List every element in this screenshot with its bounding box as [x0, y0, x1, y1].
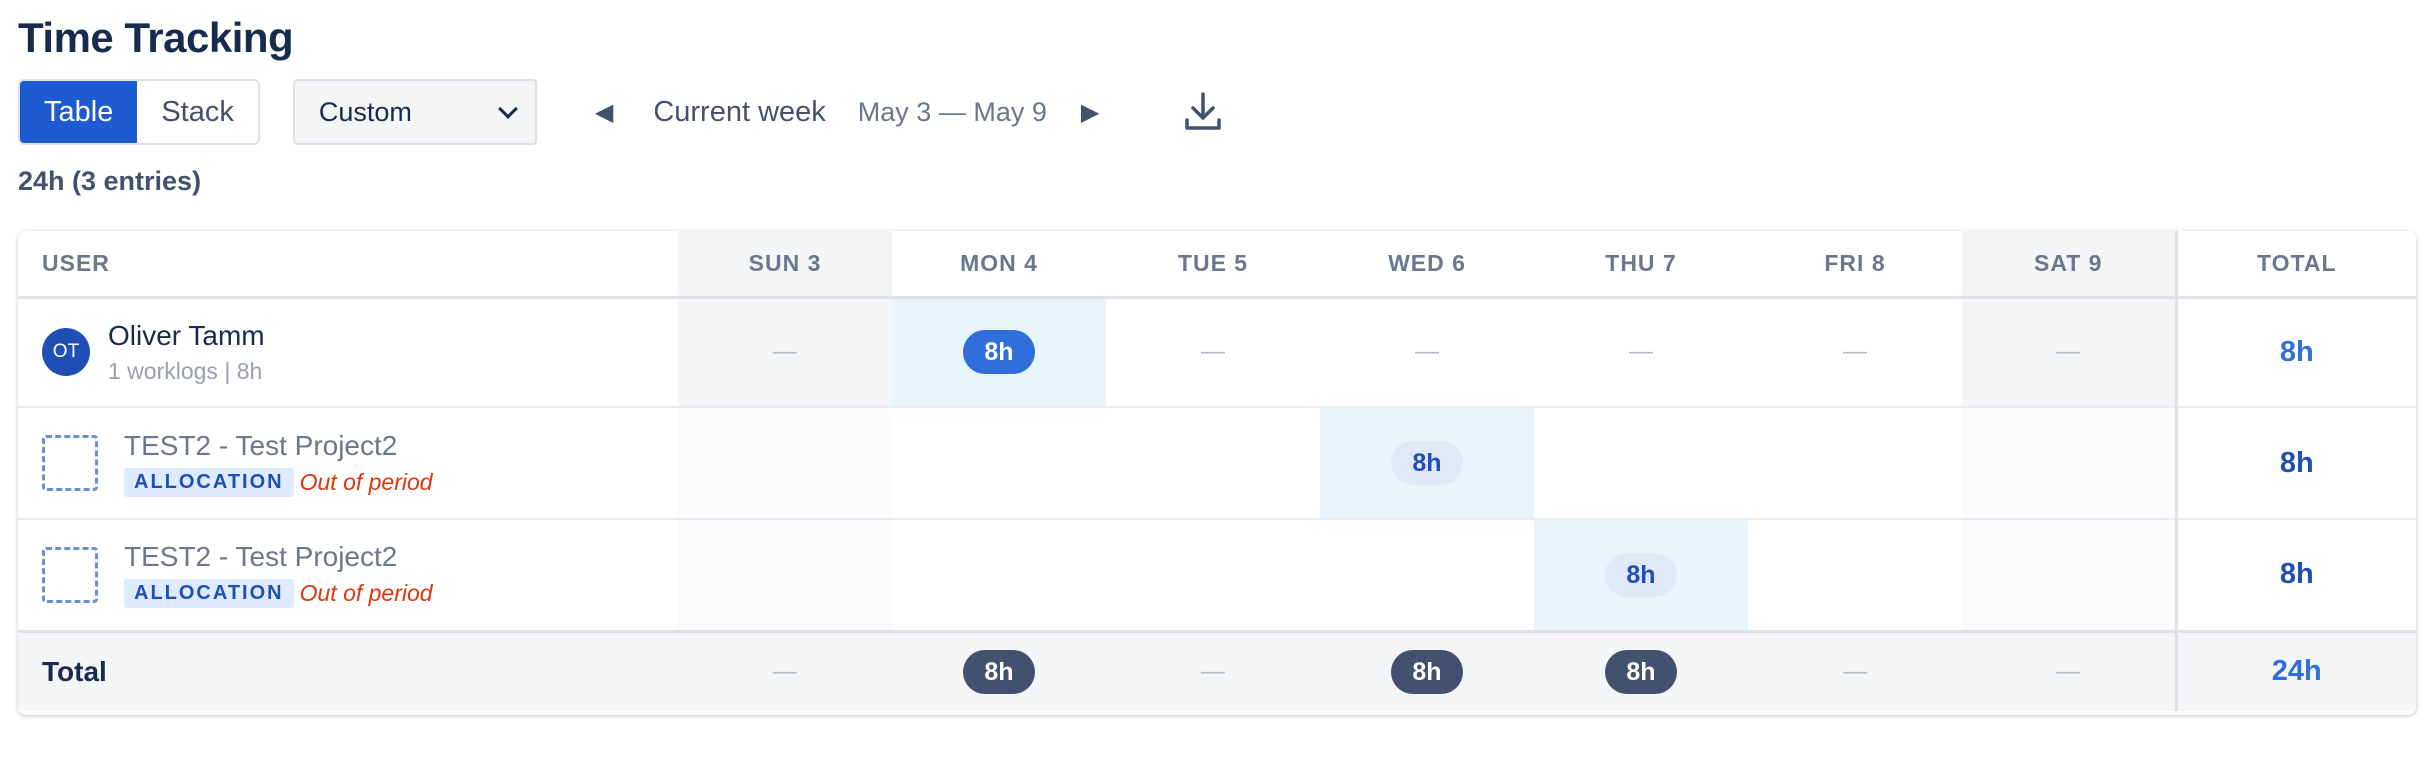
row-total: 8h — [2174, 407, 2416, 519]
footer-day-total: — — [1843, 657, 1867, 685]
table-row-project: TEST2 - Test Project2 ALLOCATION Out of … — [18, 407, 2416, 519]
hours-pill[interactable]: 8h — [963, 330, 1035, 375]
period-select-value: Custom — [318, 96, 412, 127]
day-cell[interactable]: — — [1534, 297, 1748, 407]
day-cell[interactable]: 8h — [1534, 519, 1748, 631]
day-cell[interactable]: — — [1320, 297, 1534, 407]
column-header-day: FRI 8 — [1748, 231, 1962, 299]
toolbar: Table Stack Custom ◀ Current week May 3 … — [18, 79, 1223, 145]
table-header-row: USER SUN 3 MON 4 TUE 5 WED 6 THU 7 FRI 8… — [18, 231, 2416, 299]
day-cell[interactable] — [1106, 519, 1320, 631]
avatar: OT — [42, 328, 90, 377]
row-total: 8h — [2174, 297, 2416, 407]
column-header-day: THU 7 — [1534, 231, 1748, 299]
day-cell[interactable]: 8h — [1320, 407, 1534, 519]
column-header-day: WED 6 — [1320, 231, 1534, 299]
column-header-day: SUN 3 — [678, 231, 892, 299]
view-toggle: Table Stack — [18, 79, 260, 145]
footer-day-total: 8h — [1534, 631, 1748, 711]
column-header-day: TUE 5 — [1106, 231, 1320, 299]
column-header-user: USER — [18, 231, 678, 299]
day-cell[interactable] — [892, 407, 1106, 519]
footer-day-total: — — [2056, 657, 2081, 685]
project-cell: TEST2 - Test Project2 ALLOCATION Out of … — [18, 541, 678, 609]
user-cell: OT Oliver Tamm 1 worklogs | 8h — [18, 320, 678, 385]
day-cell[interactable] — [1962, 407, 2176, 519]
table-row-user: OT Oliver Tamm 1 worklogs | 8h — 8h — — … — [18, 297, 2416, 407]
day-cell[interactable] — [1748, 407, 1962, 519]
status-text: Out of period — [299, 580, 433, 607]
hours-pill[interactable]: 8h — [1605, 552, 1677, 597]
day-cell[interactable] — [892, 519, 1106, 631]
footer-day-total: 8h — [892, 631, 1106, 711]
allocation-tag: ALLOCATION — [124, 579, 294, 609]
footer-day-total: 8h — [1320, 631, 1534, 711]
user-worklog-summary: 1 worklogs | 8h — [108, 357, 263, 384]
current-week-label: Current week — [653, 95, 826, 128]
footer-day-total: — — [773, 657, 797, 685]
project-placeholder-icon — [42, 435, 98, 491]
chevron-down-icon — [497, 99, 518, 119]
user-name[interactable]: Oliver Tamm — [108, 320, 265, 352]
project-name[interactable]: TEST2 - Test Project2 — [124, 430, 433, 462]
day-cell[interactable] — [1320, 519, 1534, 631]
day-cell[interactable] — [1534, 407, 1748, 519]
status-text: Out of period — [299, 468, 433, 495]
period-select[interactable]: Custom — [292, 79, 537, 145]
entries-summary: 24h (3 entries) — [18, 166, 202, 196]
column-header-day: MON 4 — [892, 231, 1106, 299]
day-cell[interactable] — [1106, 407, 1320, 519]
project-cell: TEST2 - Test Project2 ALLOCATION Out of … — [18, 430, 678, 497]
day-cell[interactable]: — — [1962, 297, 2176, 407]
footer-total-label: Total — [42, 655, 107, 687]
page-title: Time Tracking — [18, 14, 294, 61]
day-cell[interactable]: — — [1106, 297, 1320, 407]
column-header-day: SAT 9 — [1962, 231, 2176, 299]
day-cell[interactable] — [1748, 519, 1962, 631]
table-footer-row: Total — 8h — 8h 8h — — 24h — [18, 631, 2416, 711]
project-placeholder-icon — [42, 546, 98, 603]
day-cell[interactable] — [1962, 519, 2176, 631]
next-week-button[interactable]: ▶ — [1081, 98, 1099, 127]
table-view-button[interactable]: Table — [20, 81, 138, 143]
time-tracking-page: Time Tracking Table Stack Custom ◀ Curre… — [0, 0, 2436, 778]
week-range: May 3 — May 9 — [857, 96, 1047, 127]
table-row-project: TEST2 - Test Project2 ALLOCATION Out of … — [18, 519, 2416, 631]
row-total: 8h — [2174, 519, 2416, 631]
stack-view-button[interactable]: Stack — [137, 81, 258, 143]
hours-pill[interactable]: 8h — [1391, 441, 1463, 485]
day-cell[interactable] — [678, 407, 892, 519]
day-cell[interactable] — [678, 519, 892, 631]
allocation-tag: ALLOCATION — [124, 467, 294, 497]
day-cell[interactable]: — — [678, 297, 892, 407]
previous-week-button[interactable]: ◀ — [595, 98, 613, 127]
download-icon[interactable] — [1183, 90, 1223, 134]
project-name[interactable]: TEST2 - Test Project2 — [124, 541, 433, 573]
footer-day-total: — — [1201, 657, 1225, 685]
column-header-total: TOTAL — [2174, 231, 2416, 299]
day-cell[interactable]: — — [1748, 297, 1962, 407]
grand-total: 24h — [2174, 631, 2416, 711]
day-cell[interactable]: 8h — [892, 297, 1106, 407]
time-table: USER SUN 3 MON 4 TUE 5 WED 6 THU 7 FRI 8… — [18, 231, 2416, 715]
